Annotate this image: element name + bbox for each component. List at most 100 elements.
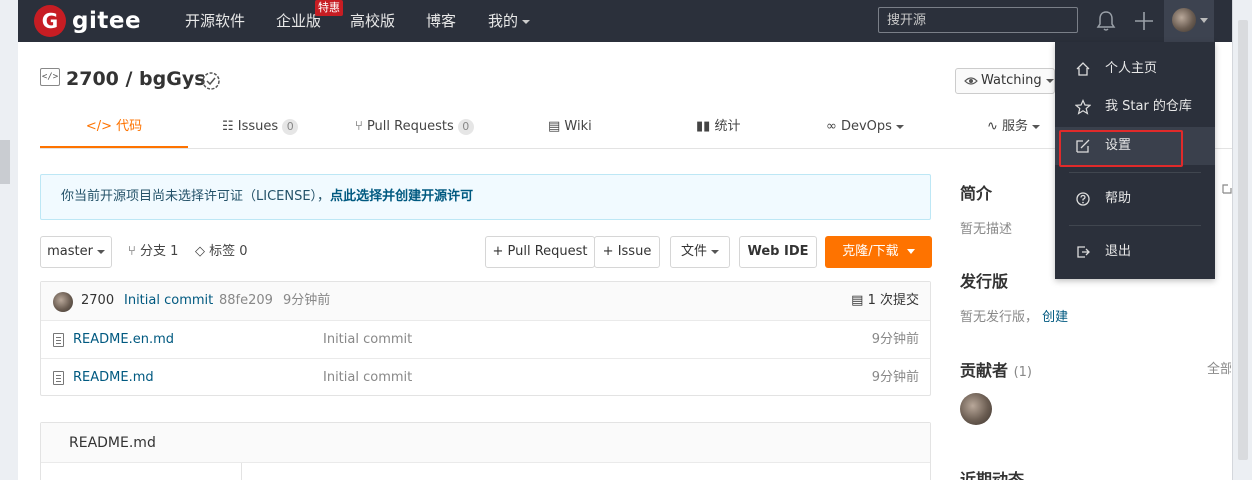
menu-item-label: 个人主页 (1105, 61, 1158, 76)
tab-pull-requests[interactable]: ⑂ Pull Requests 0 (355, 112, 474, 148)
plus-icon[interactable] (1134, 11, 1154, 31)
contributors-title-label: 贡献者 (960, 361, 1009, 380)
tags-link[interactable]: ◇ 标签 0 (195, 236, 248, 268)
tab-pull-requests-label: Pull Requests (366, 119, 454, 134)
watch-label: Watching (981, 73, 1042, 88)
tab-services-label: 服务 (1002, 119, 1029, 134)
avatar[interactable] (960, 393, 992, 425)
scrollbar-thumb[interactable] (1238, 20, 1248, 460)
nav-mine-label: 我的 (488, 12, 519, 30)
table-row: README.md Initial commit 9分钟前 (41, 358, 930, 396)
tab-devops[interactable]: ∞ DevOps (826, 112, 904, 148)
menu-item-label: 我 Star 的仓库 (1105, 99, 1192, 114)
chevron-down-icon (1200, 18, 1208, 23)
release-text: 暂无发行版， 创建 (960, 306, 1068, 325)
pull-request-icon: ⑂ (355, 119, 367, 134)
tab-wiki-label: Wiki (564, 119, 592, 134)
nav-mine[interactable]: 我的 (488, 0, 531, 42)
web-ide-button[interactable]: Web IDE (739, 236, 817, 268)
tab-wiki[interactable]: ▤ Wiki (548, 112, 592, 148)
tab-issues[interactable]: ☷ Issues 0 (222, 112, 299, 148)
menu-item-label: 帮助 (1105, 191, 1132, 206)
branch-icon: ⑂ (128, 244, 140, 259)
readme-divider (241, 463, 242, 480)
gitee-logo-text: gitee (72, 8, 142, 34)
issues-count: 0 (282, 119, 299, 135)
file-menu-button[interactable]: 文件 (670, 236, 730, 268)
create-release-link[interactable]: 创建 (1042, 310, 1068, 325)
commit-row: 2700 Initial commit 88fe209 9分钟前 ▤ 1 次提交 (41, 282, 930, 320)
menu-divider (1069, 225, 1201, 226)
commit-author[interactable]: 2700 (81, 282, 114, 319)
commit-time: 9分钟前 (283, 293, 331, 308)
file-icon (53, 371, 64, 385)
repo-title[interactable]: 2700 / bgGys (66, 68, 206, 90)
clone-download-button[interactable]: 克隆/下载 (825, 236, 932, 268)
chevron-down-icon (895, 124, 904, 129)
bell-icon[interactable] (1096, 10, 1116, 32)
settings-highlight-box (1059, 130, 1183, 167)
license-notice: 你当前开源项目尚未选择许可证（LICENSE），点此选择并创建开源许可 (40, 174, 931, 220)
gitee-logo[interactable]: G gitee (34, 5, 141, 37)
gitee-logo-icon: G (34, 5, 66, 37)
file-time: 9分钟前 (871, 370, 919, 385)
clone-download-label: 克隆/下载 (842, 244, 899, 259)
commit-message[interactable]: Initial commit (124, 282, 213, 319)
tab-code[interactable]: </> 代码 (40, 112, 188, 148)
file-commit-message[interactable]: Initial commit (323, 359, 412, 396)
user-avatar-menu[interactable] (1164, 0, 1214, 42)
commit-hash[interactable]: 88fe209 (219, 282, 273, 319)
vertical-scrollbar[interactable] (1232, 0, 1252, 480)
file-menu-label: 文件 (680, 244, 707, 259)
avatar (53, 292, 73, 312)
bar-chart-icon: ▮▮ (696, 119, 715, 134)
help-icon (1076, 192, 1090, 206)
infinity-icon: ∞ (826, 119, 841, 134)
menu-item-profile[interactable]: 个人主页 (1055, 50, 1215, 88)
edit-icon[interactable] (1221, 183, 1233, 195)
search-input[interactable] (878, 7, 1078, 33)
intro-text: 暂无描述 (960, 222, 1013, 237)
logout-icon (1077, 246, 1090, 258)
nav-blog[interactable]: 博客 (426, 0, 456, 42)
new-pull-request-button[interactable]: + Pull Request (485, 236, 595, 268)
file-time: 9分钟前 (871, 332, 919, 347)
chevron-down-icon (1032, 124, 1041, 129)
branches-link[interactable]: ⑂ 分支 1 (128, 236, 178, 268)
menu-item-help[interactable]: 帮助 (1055, 180, 1215, 218)
tab-stats[interactable]: ▮▮ 统计 (696, 112, 740, 148)
new-issue-button[interactable]: + Issue (594, 236, 660, 268)
chevron-down-icon (906, 249, 915, 254)
branch-select[interactable]: master (40, 236, 112, 268)
activity-title: 近期动态 (960, 470, 1025, 480)
history-icon: ▤ (851, 293, 868, 308)
file-commit-message[interactable]: Initial commit (323, 321, 412, 358)
code-repo-icon: </> (40, 68, 60, 86)
home-icon (1076, 62, 1090, 76)
top-navbar: G gitee 开源软件 企业版 特惠 高校版 博客 我的 (18, 0, 1232, 42)
menu-item-starred[interactable]: 我 Star 的仓库 (1055, 88, 1215, 126)
tags-label: 标签 0 (209, 244, 248, 259)
menu-item-logout[interactable]: 退出 (1055, 233, 1215, 271)
create-license-link[interactable]: 点此选择并创建开源许可 (330, 189, 473, 204)
issues-icon: ☷ (222, 119, 238, 134)
table-row: README.en.md Initial commit 9分钟前 (41, 320, 930, 358)
file-name[interactable]: README.en.md (73, 321, 174, 358)
tab-services[interactable]: ∿ 服务 (987, 112, 1041, 148)
nav-university[interactable]: 高校版 (350, 0, 395, 42)
branch-label: master (47, 244, 93, 259)
menu-divider (1069, 172, 1201, 173)
release-text-label: 暂无发行版， (960, 310, 1039, 325)
repo-badge-icon[interactable] (200, 70, 222, 92)
chevron-down-icon (711, 249, 719, 254)
file-name[interactable]: README.md (73, 359, 154, 396)
left-edge-mark (0, 140, 10, 184)
commit-count[interactable]: ▤ 1 次提交 (851, 282, 919, 319)
branches-label: 分支 1 (139, 244, 179, 259)
nav-open-source[interactable]: 开源软件 (185, 0, 245, 42)
eye-icon (964, 76, 978, 85)
tab-issues-label: Issues (237, 119, 279, 134)
contributors-all-link[interactable]: 全部 (1207, 358, 1231, 377)
avatar (1172, 8, 1196, 32)
watch-button[interactable]: Watching (955, 68, 1055, 94)
